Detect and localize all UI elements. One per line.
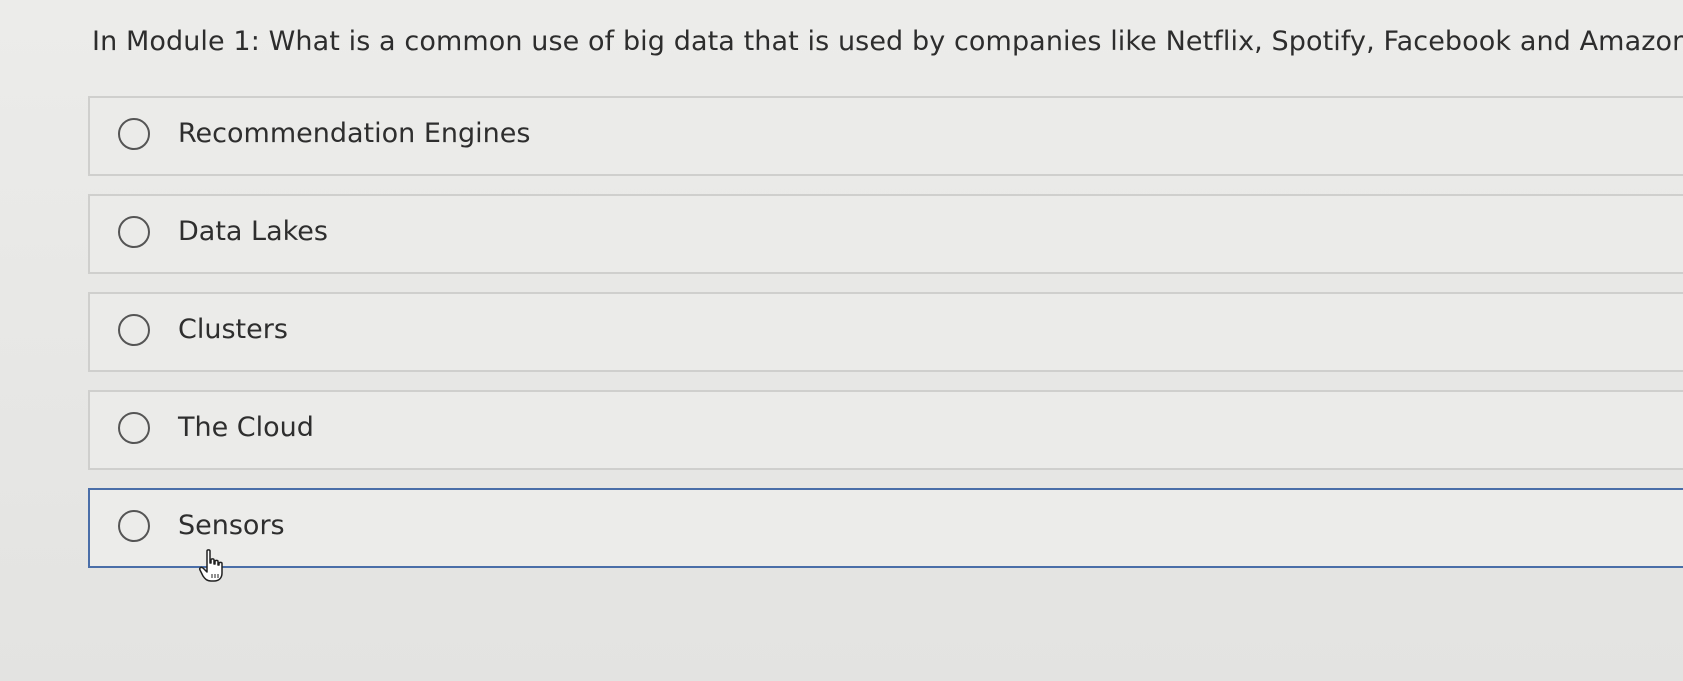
option-clusters[interactable]: Clusters — [88, 292, 1683, 372]
option-label: The Cloud — [178, 412, 314, 443]
option-label: Recommendation Engines — [178, 118, 531, 149]
option-sensors[interactable]: Sensors — [88, 488, 1683, 568]
option-label: Clusters — [178, 314, 288, 345]
answer-options: Recommendation Engines Data Lakes Cluste… — [88, 96, 1683, 586]
hand-pointer-icon — [199, 549, 223, 582]
option-recommendation-engines[interactable]: Recommendation Engines — [88, 96, 1683, 176]
option-the-cloud[interactable]: The Cloud — [88, 390, 1683, 470]
quiz-page: In Module 1: What is a common use of big… — [0, 0, 1683, 681]
option-label: Sensors — [178, 510, 285, 541]
radio-button[interactable] — [118, 412, 150, 444]
option-data-lakes[interactable]: Data Lakes — [88, 194, 1683, 274]
option-label: Data Lakes — [178, 216, 328, 247]
radio-button[interactable] — [118, 314, 150, 346]
radio-button[interactable] — [118, 216, 150, 248]
radio-button[interactable] — [118, 510, 150, 542]
radio-button[interactable] — [118, 118, 150, 150]
question-text: In Module 1: What is a common use of big… — [92, 26, 1683, 57]
